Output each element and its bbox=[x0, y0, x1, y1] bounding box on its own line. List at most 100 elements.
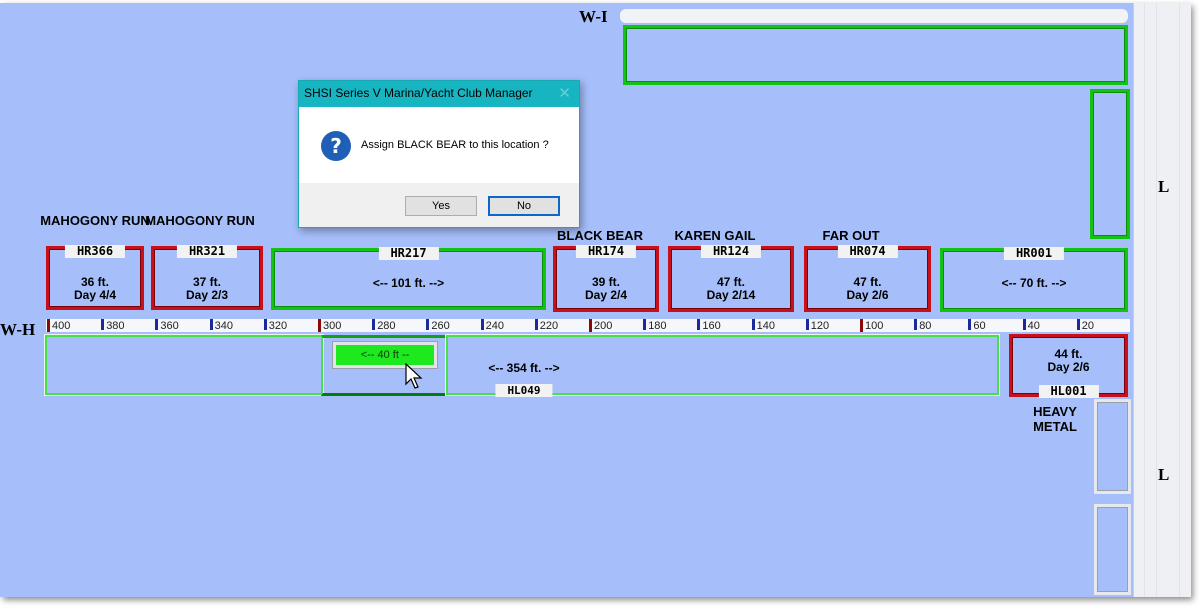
ruler-tick-label: 260 bbox=[431, 320, 450, 332]
ruler-tick bbox=[155, 319, 159, 330]
ruler-tick-label: 100 bbox=[865, 320, 884, 332]
mouse-cursor-icon bbox=[405, 363, 423, 389]
slip-hl049[interactable]: <-- 354 ft. --> HL049 bbox=[446, 335, 999, 397]
boat-length: 36 ft. bbox=[80, 275, 109, 289]
slip-id: HR217 bbox=[378, 247, 439, 260]
marina-map: L L W-I MAHOGONY RUN MAHOGONY RUN BLACK … bbox=[0, 3, 1191, 597]
slip-id: HL001 bbox=[1038, 385, 1099, 398]
ruler-tick bbox=[697, 319, 701, 330]
slip-l-open[interactable] bbox=[1090, 89, 1130, 239]
slip-hr124[interactable]: HR124 47 ft. Day 2/14 bbox=[668, 245, 794, 312]
ruler-tick bbox=[968, 319, 972, 330]
ruler-tick-label: 140 bbox=[756, 320, 775, 332]
ruler-tick bbox=[209, 319, 213, 330]
slip-id: HR001 bbox=[1003, 247, 1065, 260]
boat-length: 47 ft. bbox=[716, 275, 745, 289]
stay-day: Day 2/6 bbox=[846, 288, 889, 302]
slip-id: HR321 bbox=[176, 245, 238, 258]
slip-hr174[interactable]: HR174 39 ft. Day 2/4 bbox=[553, 245, 659, 312]
stay-day: Day 2/3 bbox=[185, 288, 229, 302]
close-icon[interactable]: ✕ bbox=[558, 84, 571, 102]
stay-day: Day 2/4 bbox=[584, 288, 628, 302]
ruler-tick-label: 320 bbox=[268, 320, 288, 332]
ruler-tick-label: 220 bbox=[539, 320, 559, 332]
boat-length: 47 ft. bbox=[853, 275, 882, 289]
slip-l-empty-2[interactable] bbox=[1094, 504, 1131, 595]
slip-id: HR174 bbox=[575, 245, 637, 258]
pier-label-wi: W-I bbox=[579, 7, 608, 26]
open-length: <-- 70 ft. --> bbox=[1001, 276, 1067, 290]
ruler-tick bbox=[860, 319, 863, 332]
ruler-tick-label: 160 bbox=[702, 320, 721, 332]
slip-hr074[interactable]: HR074 47 ft. Day 2/6 bbox=[804, 245, 931, 312]
ruler-tick bbox=[263, 319, 267, 330]
boat-name-hr321: MAHOGONY RUN bbox=[145, 213, 255, 228]
slip-hr001[interactable]: HR001 <-- 70 ft. --> bbox=[940, 247, 1128, 312]
distance-ruler: 400 380 360 340 320 300 280 260 240 220 200 180 160 1… bbox=[46, 319, 1130, 332]
ruler-tick bbox=[751, 319, 755, 330]
ruler-tick bbox=[643, 319, 647, 330]
question-icon: ? bbox=[321, 131, 351, 161]
boat-name-hl001: HEAVY METAL bbox=[1020, 404, 1090, 434]
ruler-tick-label: 180 bbox=[648, 320, 667, 332]
ruler-tick bbox=[426, 319, 430, 330]
walkway-line bbox=[1179, 3, 1180, 597]
walkway-line bbox=[1156, 3, 1157, 597]
open-length: <-- 354 ft. --> bbox=[488, 361, 560, 375]
boat-name-hr124: KAREN GAIL bbox=[674, 228, 756, 243]
ruler-tick bbox=[805, 319, 809, 330]
yes-button[interactable]: Yes bbox=[405, 196, 477, 216]
slip-hr366[interactable]: HR366 36 ft. Day 4/4 bbox=[46, 245, 144, 310]
ruler-tick-label: 40 bbox=[1027, 320, 1040, 332]
slip-id: HR366 bbox=[64, 245, 126, 258]
dialog-titlebar[interactable]: SHSI Series V Marina/Yacht Club Manager … bbox=[299, 81, 579, 107]
boat-name-hr074: FAR OUT bbox=[822, 228, 880, 243]
slip-l-empty-1[interactable] bbox=[1094, 399, 1131, 494]
ruler-tick bbox=[101, 319, 105, 330]
ruler-tick bbox=[480, 319, 484, 330]
ruler-tick-label: 360 bbox=[160, 320, 179, 332]
walkway-l bbox=[1133, 3, 1191, 597]
stay-day: Day 2/14 bbox=[706, 288, 756, 302]
boat-name-text: MAHOGONY RUN bbox=[40, 213, 150, 228]
slip-hr217[interactable]: HR217 <-- 101 ft. --> bbox=[271, 247, 546, 310]
ruler-tick-label: 60 bbox=[973, 320, 986, 332]
ruler-tick-label: 200 bbox=[594, 320, 613, 332]
ruler-tick bbox=[318, 319, 321, 332]
ruler-tick bbox=[1022, 319, 1026, 330]
ruler-tick-label: 240 bbox=[485, 320, 504, 332]
ruler-tick bbox=[534, 319, 538, 330]
ruler-tick bbox=[372, 319, 376, 330]
ruler-tick-label: 380 bbox=[106, 320, 125, 332]
ruler-tick bbox=[1076, 319, 1080, 330]
ruler-tick-label: 280 bbox=[377, 320, 396, 332]
boat-name-hr174: BLACK BEAR bbox=[557, 228, 643, 243]
open-length: <-- 101 ft. --> bbox=[372, 276, 445, 290]
ruler-tick bbox=[914, 319, 918, 330]
ruler-tick-label: 80 bbox=[919, 320, 932, 332]
walkway-line bbox=[1144, 3, 1145, 597]
slip-wi-open[interactable] bbox=[623, 25, 1128, 85]
boat-name-hr366: MAHOGONY RUN bbox=[40, 213, 150, 228]
ruler-tick bbox=[47, 319, 50, 332]
slip-hl001[interactable]: 44 ft. Day 2/6 HL001 bbox=[1009, 334, 1128, 398]
ruler-tick-label: 400 bbox=[52, 320, 71, 332]
slip-id: HL049 bbox=[495, 384, 553, 397]
pier-label-wh: W-H bbox=[0, 320, 36, 339]
slip-id: HR074 bbox=[837, 245, 898, 258]
dialog-body: ? Assign BLACK BEAR to this location ? bbox=[299, 107, 579, 183]
dialog-footer: Yes No bbox=[299, 183, 579, 227]
boat-name-text: HEAVY METAL bbox=[1033, 404, 1077, 434]
boat-length: 39 ft. bbox=[591, 275, 620, 289]
dialog-title: SHSI Series V Marina/Yacht Club Manager bbox=[304, 86, 533, 100]
no-button[interactable]: No bbox=[488, 196, 560, 216]
pier-wi-walkway bbox=[620, 9, 1128, 23]
ruler-tick-label: 120 bbox=[810, 320, 830, 332]
boat-length: 37 ft. bbox=[192, 275, 221, 289]
slip-hr321[interactable]: HR321 37 ft. Day 2/3 bbox=[151, 245, 263, 310]
slip-id: HR124 bbox=[700, 245, 762, 258]
slip-hl-open-left[interactable] bbox=[45, 335, 323, 395]
dialog-message: Assign BLACK BEAR to this location ? bbox=[361, 139, 549, 151]
ruler-tick bbox=[589, 319, 592, 332]
ruler-tick-label: 20 bbox=[1081, 320, 1095, 332]
